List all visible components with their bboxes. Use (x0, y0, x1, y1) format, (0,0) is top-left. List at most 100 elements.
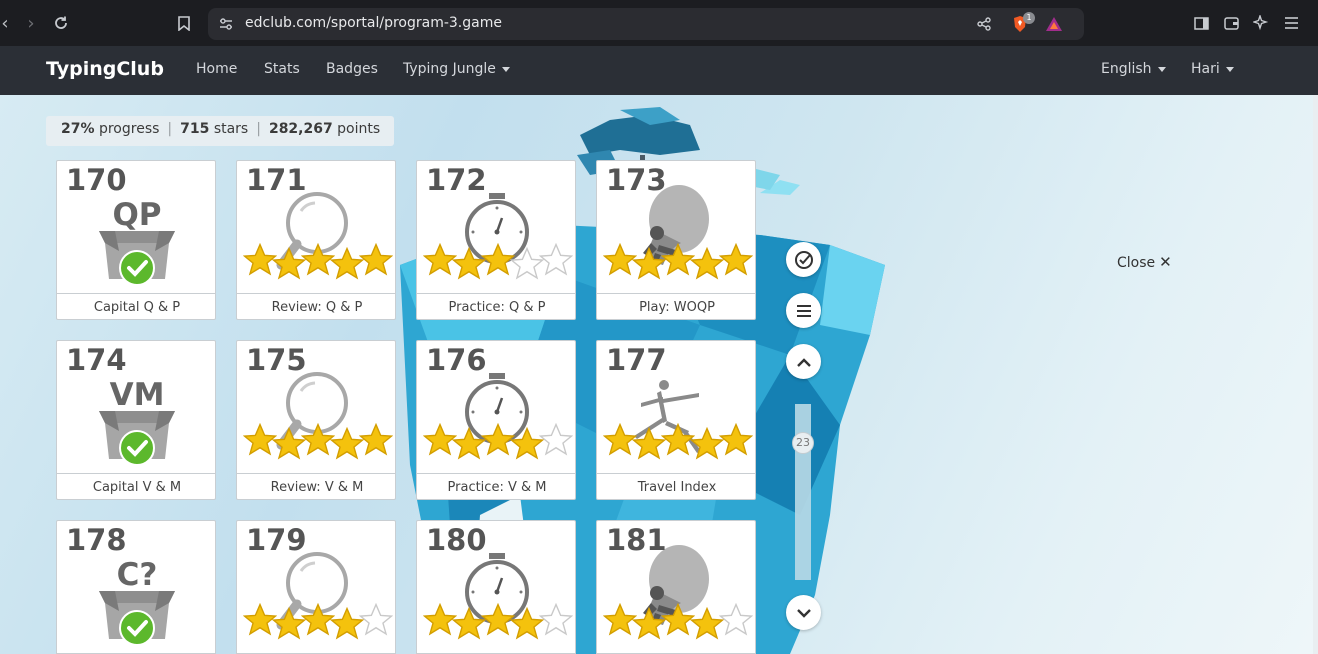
lesson-number: 181 (606, 523, 667, 557)
close-button[interactable]: Close ✕ (1117, 253, 1172, 271)
page-scrollbar[interactable] (1313, 95, 1318, 654)
lesson-card-180[interactable]: 180 (416, 520, 576, 654)
leo-ai-icon[interactable] (1250, 12, 1272, 34)
lesson-number: 178 (66, 523, 127, 557)
page-slider-handle[interactable]: 23 (792, 432, 814, 454)
chevron-up-icon (796, 357, 811, 367)
star-rating (242, 602, 394, 643)
scroll-down-button[interactable] (786, 595, 821, 630)
star-filled-icon (358, 422, 394, 461)
star-empty-icon (718, 602, 754, 641)
progress-label: progress (98, 121, 160, 137)
list-view-button[interactable] (786, 293, 821, 328)
brave-rewards-icon[interactable] (1044, 14, 1064, 34)
star-rating (422, 602, 574, 643)
lesson-title: Review: Q & P (237, 293, 395, 319)
lesson-card-177[interactable]: 177 Travel Index (596, 340, 756, 500)
chevron-down-icon (501, 66, 510, 72)
lesson-card-172[interactable]: 172 Practice: Q & P (416, 160, 576, 320)
site-info-icon[interactable] (216, 14, 236, 34)
lesson-card-178[interactable]: C? 178 (56, 520, 216, 654)
lesson-card-174[interactable]: VM 174 Capital V & M (56, 340, 216, 500)
lesson-title: Practice: Q & P (417, 293, 575, 319)
lesson-number: 176 (426, 343, 487, 377)
sidebar-toggle-icon[interactable] (1190, 12, 1212, 34)
wallet-icon[interactable] (1220, 12, 1242, 34)
star-filled-icon (718, 422, 754, 461)
lesson-number: 170 (66, 163, 127, 197)
forward-icon[interactable]: › (20, 12, 42, 34)
close-label: Close (1117, 255, 1156, 271)
stars-label: stars (213, 121, 249, 137)
star-rating (602, 242, 754, 283)
points-value: 282,267 (268, 121, 333, 137)
app-header: TypingClub Home Stats Badges Typing Jung… (0, 46, 1318, 95)
lesson-card-175[interactable]: 175 Review: V & M (236, 340, 396, 500)
star-rating (422, 242, 574, 283)
lesson-number: 177 (606, 343, 667, 377)
star-filled-icon (358, 242, 394, 281)
lesson-map: 27% progress | 715 stars | 282,267 points QP… (0, 95, 1313, 654)
star-rating (602, 602, 754, 643)
browser-toolbar: ‹ › edclub.com/sportal/program-3.game 1 (0, 0, 1318, 46)
shields-count-badge: 1 (1023, 12, 1035, 24)
nav-typing-jungle[interactable]: Typing Jungle (403, 61, 510, 77)
lesson-title: Practice: V & M (417, 473, 575, 499)
nav-stats[interactable]: Stats (264, 61, 300, 77)
chevron-down-icon (1157, 66, 1166, 72)
typingclub-logo[interactable]: TypingClub (46, 58, 164, 80)
lesson-title: Capital V & M (57, 473, 215, 499)
star-rating (242, 242, 394, 283)
lesson-number: 179 (246, 523, 307, 557)
lesson-title: Capital Q & P (57, 293, 215, 319)
lesson-card-170[interactable]: QP 170 Capital Q & P (56, 160, 216, 320)
menu-icon[interactable] (1280, 12, 1302, 34)
lesson-title: Travel Index (597, 473, 755, 499)
goal-check-button[interactable] (786, 242, 821, 277)
progress-summary: 27% progress | 715 stars | 282,267 points (46, 116, 394, 146)
star-empty-icon (358, 602, 394, 641)
user-dropdown[interactable]: Hari (1191, 61, 1234, 77)
language-label: English (1101, 61, 1152, 77)
address-bar[interactable]: edclub.com/sportal/program-3.game 1 (208, 8, 1084, 40)
lesson-card-171[interactable]: 171 Review: Q & P (236, 160, 396, 320)
lesson-card-179[interactable]: 179 (236, 520, 396, 654)
lesson-title: Review: V & M (237, 473, 395, 499)
star-rating (242, 422, 394, 463)
scroll-up-button[interactable] (786, 344, 821, 379)
stars-value: 715 (180, 121, 210, 137)
url-text: edclub.com/sportal/program-3.game (245, 15, 502, 31)
svg-text:C?: C? (117, 557, 158, 593)
language-dropdown[interactable]: English (1101, 61, 1166, 77)
back-icon[interactable]: ‹ (0, 12, 16, 34)
lesson-card-176[interactable]: 176 Practice: V & M (416, 340, 576, 500)
lesson-card-181[interactable]: 181 (596, 520, 756, 654)
nav-home[interactable]: Home (196, 61, 237, 77)
user-name: Hari (1191, 61, 1220, 77)
star-empty-icon (538, 422, 574, 461)
target-check-icon (794, 250, 813, 269)
star-empty-icon (538, 242, 574, 281)
star-empty-icon (538, 602, 574, 641)
bookmark-icon[interactable] (173, 12, 195, 34)
star-filled-icon (718, 242, 754, 281)
star-rating (602, 422, 754, 463)
lesson-number: 180 (426, 523, 487, 557)
svg-text:VM: VM (110, 377, 165, 413)
points-label: points (337, 121, 381, 137)
page-slider-track[interactable] (795, 404, 811, 580)
nav-typing-jungle-label: Typing Jungle (403, 61, 496, 77)
lesson-number: 173 (606, 163, 667, 197)
list-icon (796, 304, 811, 317)
lesson-card-173[interactable]: 173 Play: WOQP (596, 160, 756, 320)
close-icon: ✕ (1159, 253, 1172, 271)
reload-icon[interactable] (50, 12, 72, 34)
svg-text:QP: QP (112, 197, 161, 233)
chevron-down-icon (1225, 66, 1234, 72)
lesson-number: 172 (426, 163, 487, 197)
progress-value: 27% (61, 121, 95, 137)
lesson-title: Play: WOQP (597, 293, 755, 319)
star-rating (422, 422, 574, 463)
share-icon[interactable] (974, 14, 994, 34)
nav-badges[interactable]: Badges (326, 61, 378, 77)
